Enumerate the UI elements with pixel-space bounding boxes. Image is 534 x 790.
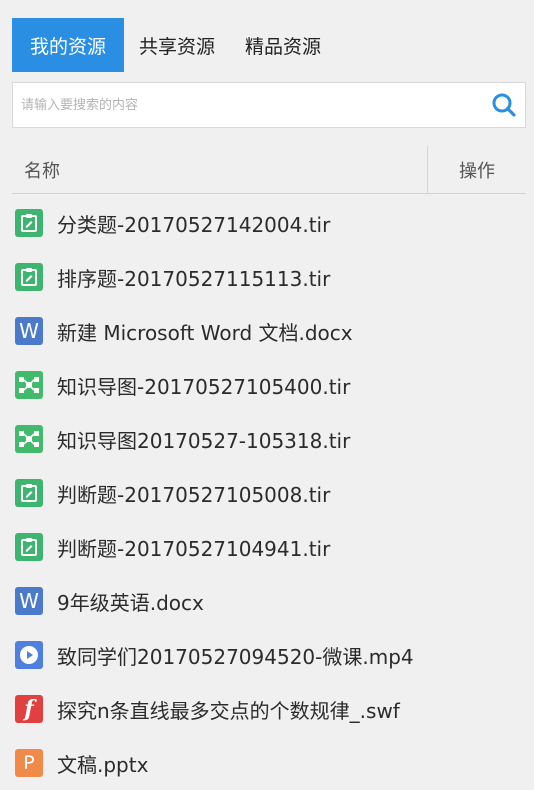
mindmap-icon (15, 425, 43, 453)
table-header: 名称 操作 (12, 145, 526, 194)
file-row[interactable]: W 9年级英语.docx (12, 574, 526, 628)
file-name[interactable]: 探究n条直线最多交点的个数规律_.swf (57, 695, 400, 724)
file-name[interactable]: 判断题-20170527104941.tir (57, 533, 330, 562)
file-list: 分类题-20170527142004.tir 排序题-20170527115113… (12, 196, 526, 790)
file-name[interactable]: 致同学们20170527094520-微课.mp4 (57, 641, 414, 670)
powerpoint-icon: P (15, 749, 43, 777)
file-name[interactable]: 知识导图20170527-105318.tir (57, 425, 350, 454)
tab-shared-resources[interactable]: 共享资源 (124, 18, 230, 72)
file-row[interactable]: f 探究n条直线最多交点的个数规律_.swf (12, 682, 526, 736)
word-icon: W (15, 587, 43, 615)
file-name[interactable]: 知识导图-20170527105400.tir (57, 371, 350, 400)
file-row[interactable]: 判断题-20170527105008.tir (12, 466, 526, 520)
file-row[interactable]: 致同学们20170527094520-微课.mp4 (12, 628, 526, 682)
video-icon (15, 641, 43, 669)
file-row[interactable]: 排序题-20170527115113.tir (12, 250, 526, 304)
file-name[interactable]: 9年级英语.docx (57, 587, 204, 616)
mindmap-icon (15, 371, 43, 399)
file-name[interactable]: 文稿.pptx (57, 749, 148, 778)
file-row[interactable]: 分类题-20170527142004.tir (12, 196, 526, 250)
file-name[interactable]: 新建 Microsoft Word 文档.docx (57, 317, 353, 346)
search-button[interactable] (483, 83, 525, 127)
flash-icon: f (15, 695, 43, 723)
column-header-action: 操作 (459, 160, 495, 182)
tab-my-resources[interactable]: 我的资源 (12, 18, 124, 72)
file-row[interactable]: 知识导图20170527-105318.tir (12, 412, 526, 466)
tir-question-icon (15, 533, 43, 561)
file-row[interactable]: 知识导图-20170527105400.tir (12, 358, 526, 412)
search-icon (492, 93, 516, 117)
file-row[interactable]: P 文稿.pptx (12, 736, 526, 790)
column-header-name: 名称 (24, 160, 60, 182)
word-icon: W (15, 317, 43, 345)
file-name[interactable]: 判断题-20170527105008.tir (57, 479, 330, 508)
search-bar (12, 82, 526, 128)
tir-question-icon (15, 209, 43, 237)
tir-question-icon (15, 263, 43, 291)
file-row[interactable]: 判断题-20170527104941.tir (12, 520, 526, 574)
tir-question-icon (15, 479, 43, 507)
file-row[interactable]: W 新建 Microsoft Word 文档.docx (12, 304, 526, 358)
file-name[interactable]: 分类题-20170527142004.tir (57, 209, 330, 238)
search-input[interactable] (13, 82, 483, 128)
file-name[interactable]: 排序题-20170527115113.tir (57, 263, 330, 292)
resource-tabs: 我的资源 共享资源 精品资源 (12, 18, 522, 72)
tab-featured-resources[interactable]: 精品资源 (230, 18, 336, 72)
